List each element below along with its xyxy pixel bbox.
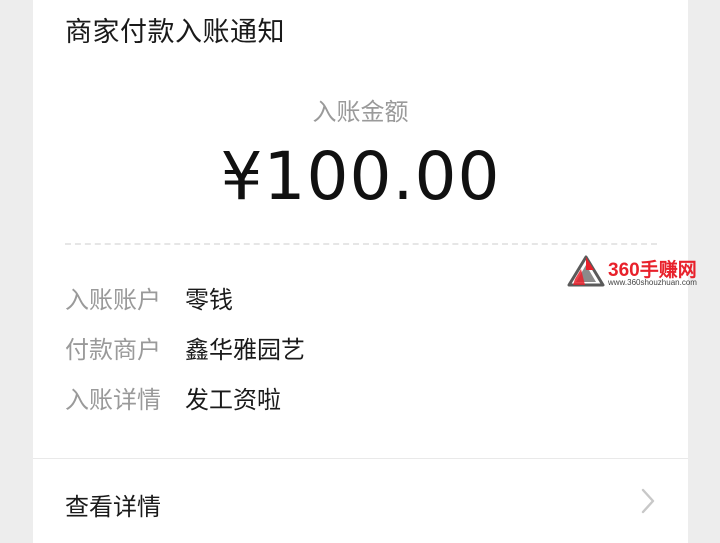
- detail-value: 发工资啦: [185, 386, 281, 414]
- detail-key: 付款商户: [65, 336, 161, 364]
- chevron-right-icon: [641, 488, 655, 514]
- detail-value: 鑫华雅园艺: [185, 336, 305, 364]
- triangle-logo-icon: [567, 255, 605, 287]
- amount-label: 入账金额: [312, 98, 409, 126]
- watermark: 360手赚网 www.360shouzhuan.com: [567, 253, 715, 289]
- detail-row-account: 入账账户 零钱: [65, 285, 233, 315]
- card-title: 商家付款入账通知: [65, 17, 285, 48]
- detail-row-merchant: 付款商户 鑫华雅园艺: [65, 335, 305, 365]
- detail-key: 入账账户: [65, 286, 161, 314]
- detail-value: 零钱: [185, 286, 233, 314]
- view-details-button[interactable]: 查看详情: [33, 459, 688, 543]
- detail-key: 入账详情: [65, 386, 161, 414]
- view-details-label: 查看详情: [65, 493, 161, 521]
- dashed-divider: [65, 243, 657, 245]
- watermark-url: www.360shouzhuan.com: [608, 278, 697, 287]
- detail-row-remark: 入账详情 发工资啦: [65, 385, 281, 415]
- amount-value: ¥100.00: [220, 138, 501, 215]
